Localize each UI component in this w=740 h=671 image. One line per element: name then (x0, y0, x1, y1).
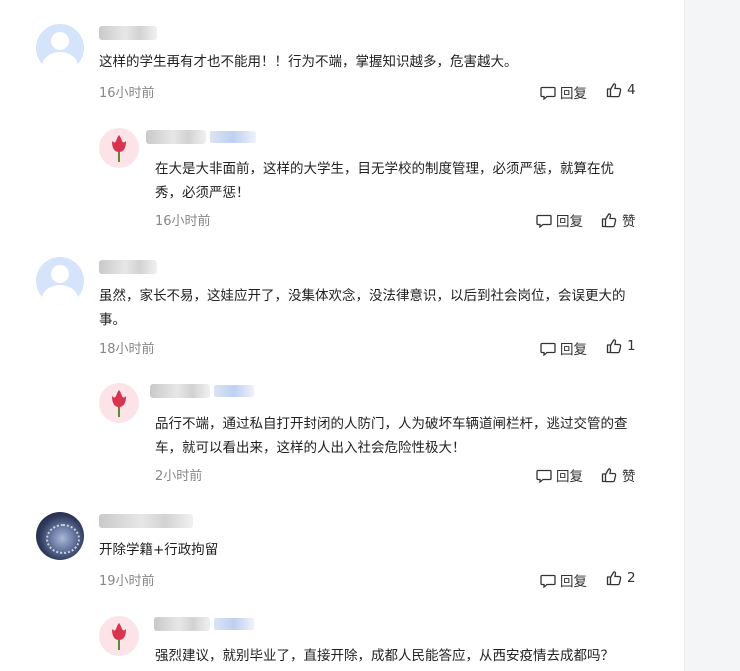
comment-bubble-icon (536, 469, 552, 483)
thumbs-up-icon (601, 213, 617, 228)
reply-button[interactable]: 回复 (536, 465, 583, 485)
comment-time: 18小时前 (99, 342, 155, 357)
reply-text: 强烈建议，就别毕业了，直接开除，成都人民能答应，从西安疫情去成都吗？ (155, 648, 614, 664)
comment-text: 虽然，家长不易，这娃应开了，没集体欢念，没法律意识，以后到社会岗位，会误更大的事… (99, 288, 626, 328)
reply-button[interactable]: 回复 (540, 82, 587, 102)
like-button[interactable]: 4 (606, 82, 636, 98)
like-button[interactable]: 1 (606, 338, 636, 354)
like-count: 4 (627, 82, 636, 98)
comment-bubble-icon (540, 574, 556, 588)
reply-label: 回复 (556, 469, 583, 485)
like-count: 2 (627, 570, 636, 586)
thumbs-up-icon (601, 468, 617, 483)
username-redacted[interactable] (150, 382, 254, 400)
username-redacted[interactable] (99, 24, 157, 42)
default-user-avatar[interactable] (36, 257, 84, 305)
reply-time: 16小时前 (155, 214, 211, 229)
reply-label: 回复 (560, 342, 587, 358)
username-redacted[interactable] (154, 615, 254, 633)
comment-text: 这样的学生再有才也不能用！！行为不端，掌握知识越多，危害越大。 (99, 54, 518, 70)
reply-text: 在大是大非面前，这样的大学生，目无学校的制度管理，必须严惩，就算在优秀，必须严惩… (155, 161, 614, 201)
tulip-avatar[interactable] (99, 128, 139, 168)
reply-label: 回复 (556, 214, 583, 230)
comment-time: 16小时前 (99, 86, 155, 101)
like-button[interactable]: 2 (606, 570, 636, 586)
comment-bubble-icon (536, 214, 552, 228)
like-label: 赞 (622, 469, 636, 485)
reply-label: 回复 (560, 86, 587, 102)
like-label: 赞 (622, 214, 636, 230)
right-side-panel (684, 0, 740, 671)
like-count: 1 (627, 338, 636, 354)
reply-text: 品行不端，通过私自打开封闭的人防门，人为破坏车辆道闸栏杆，逃过交管的查车，就可以… (155, 416, 628, 456)
tulip-avatar[interactable] (99, 383, 139, 423)
reply-time: 2小时前 (155, 469, 203, 484)
thumbs-up-icon (606, 83, 622, 98)
reply-label: 回复 (560, 574, 587, 590)
username-redacted[interactable] (99, 258, 157, 276)
username-redacted[interactable] (99, 512, 193, 530)
like-button[interactable]: 赞 (601, 210, 636, 230)
reply-button[interactable]: 回复 (540, 338, 587, 358)
like-button[interactable]: 赞 (601, 465, 636, 485)
reply-button[interactable]: 回复 (536, 210, 583, 230)
default-user-avatar[interactable] (36, 24, 84, 72)
comment-text: 开除学籍+行政拘留 (99, 542, 219, 558)
abstract-sphere-avatar[interactable] (36, 512, 84, 560)
tulip-avatar[interactable] (99, 616, 139, 656)
thumbs-up-icon (606, 339, 622, 354)
thumbs-up-icon (606, 571, 622, 586)
comment-time: 19小时前 (99, 574, 155, 589)
comment-bubble-icon (540, 342, 556, 356)
username-redacted[interactable] (146, 128, 256, 146)
comment-bubble-icon (540, 86, 556, 100)
reply-button[interactable]: 回复 (540, 570, 587, 590)
